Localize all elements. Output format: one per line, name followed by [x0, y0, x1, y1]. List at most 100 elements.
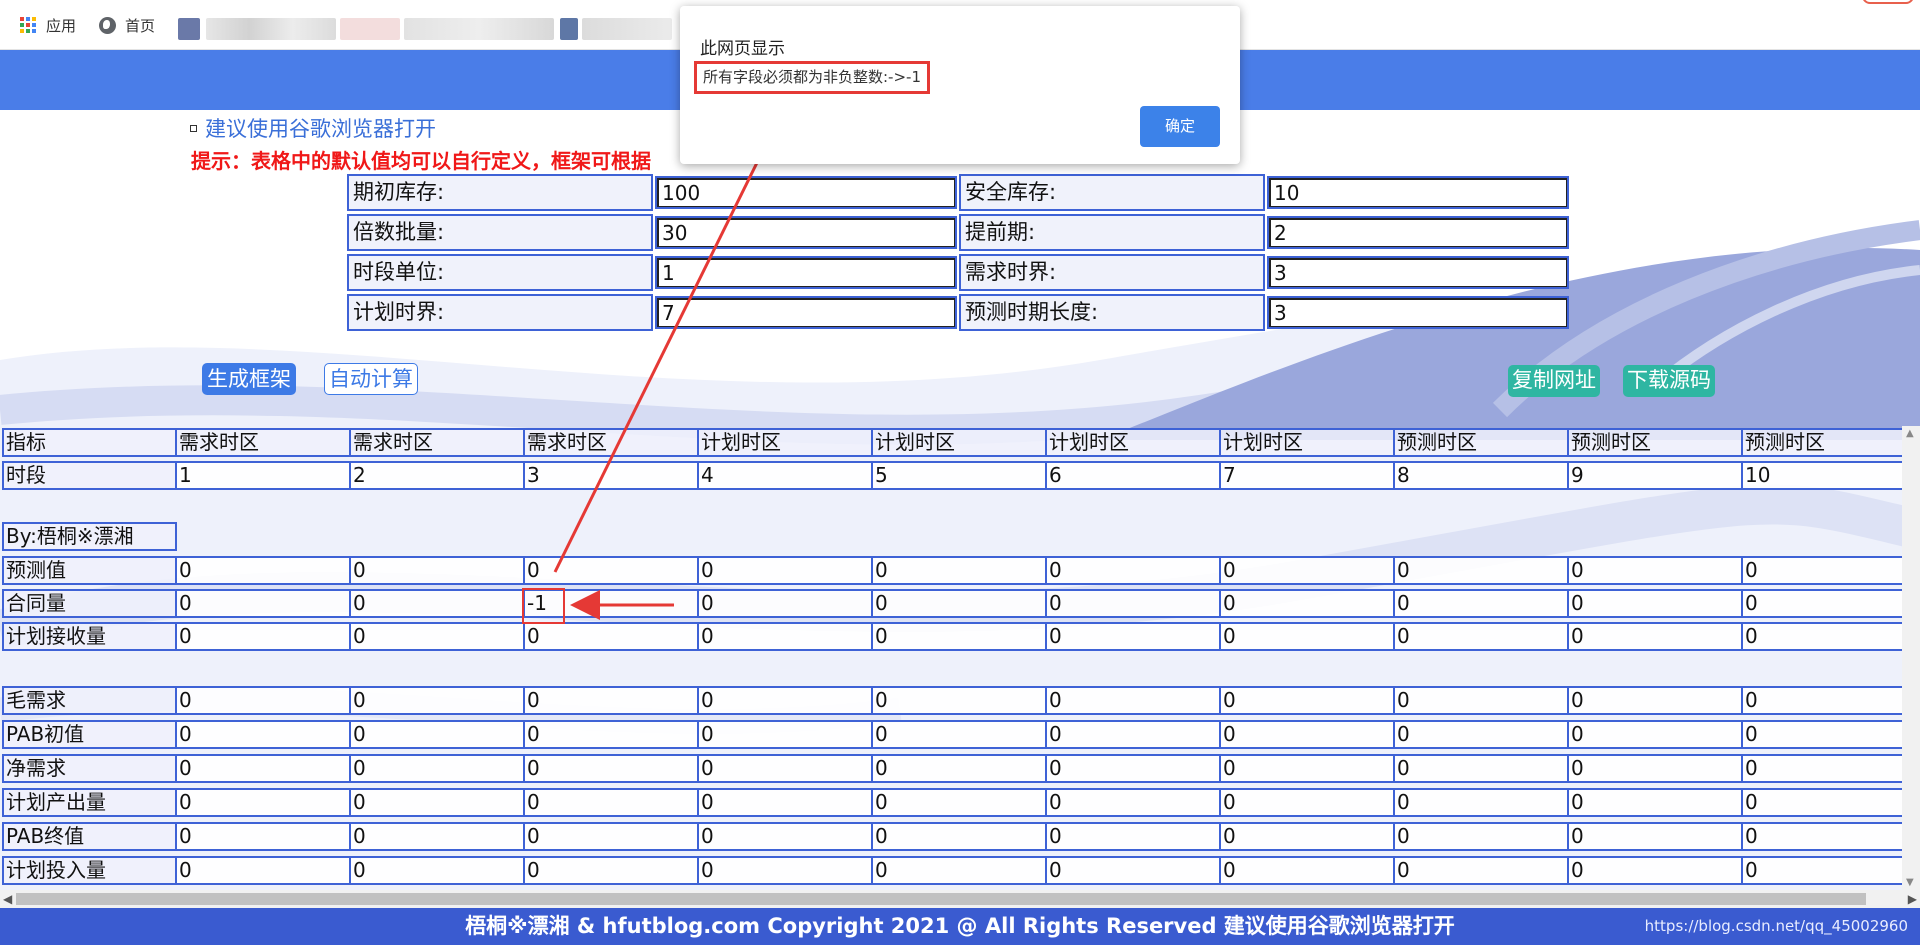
apps-grid-icon: [20, 17, 36, 33]
config-input[interactable]: [1269, 298, 1567, 327]
grid-output-cell: 0: [1045, 754, 1221, 783]
scroll-right-icon[interactable]: ▶: [1908, 892, 1917, 906]
blurred-bookmark[interactable]: [206, 18, 336, 40]
profile-button[interactable]: [1862, 0, 1914, 4]
grid-input-cell[interactable]: 0: [1045, 622, 1221, 651]
grid-input-cell[interactable]: 0: [871, 622, 1047, 651]
blurred-bookmark[interactable]: [404, 18, 554, 40]
grid-input-cell[interactable]: 0: [697, 622, 873, 651]
footer: 梧桐※漂湘 & hfutblog.com Copyright 2021 @ Al…: [0, 908, 1920, 945]
grid-input-cell[interactable]: 0: [1045, 589, 1221, 618]
grid-input-cell[interactable]: 0: [871, 589, 1047, 618]
grid-input-cell[interactable]: 0: [1741, 589, 1916, 618]
grid-output-cell: 0: [349, 856, 525, 885]
grid-input-cell[interactable]: 0: [1567, 622, 1743, 651]
grid-output-cell: 0: [871, 788, 1047, 817]
grid-row-label: 毛需求: [2, 686, 177, 715]
grid-period-cell: 2: [349, 461, 525, 490]
grid-period-label: 时段: [2, 461, 177, 490]
dialog-title: 此网页显示: [700, 39, 785, 59]
config-input[interactable]: [1269, 178, 1567, 207]
alert-dialog: 此网页显示 所有字段必须都为非负整数:->-1 确定: [680, 6, 1240, 164]
horizontal-scrollbar[interactable]: ◀ ▶: [0, 890, 1920, 908]
config-input[interactable]: [1269, 218, 1567, 247]
grid-input-cell[interactable]: 0: [349, 556, 525, 585]
dialog-ok-button[interactable]: 确定: [1140, 106, 1220, 147]
bookmark-home[interactable]: 首页: [99, 14, 155, 36]
grid-output-cell: 0: [697, 788, 873, 817]
grid-header-label: 指标: [2, 428, 177, 457]
grid-output-cell: 0: [697, 822, 873, 851]
tip-text: 提示：表格中的默认值均可以自行定义，框架可根据: [191, 149, 651, 173]
vertical-scrollbar[interactable]: ▲ ▼: [1902, 426, 1920, 890]
scrollbar-thumb[interactable]: [16, 893, 1866, 905]
grid-input-cell[interactable]: 0: [523, 556, 699, 585]
grid-output-cell: 0: [1741, 822, 1916, 851]
grid-output-cell: 0: [1219, 754, 1395, 783]
config-label: 时段单位:: [347, 254, 653, 291]
grid-input-cell[interactable]: 0: [175, 622, 351, 651]
grid-period-cell: 5: [871, 461, 1047, 490]
grid-input-cell[interactable]: 0: [1219, 556, 1395, 585]
config-input-wrap: [655, 216, 957, 249]
config-label: 需求时界:: [959, 254, 1265, 291]
config-input[interactable]: [657, 258, 955, 287]
grid-input-cell[interactable]: 0: [523, 622, 699, 651]
grid-input-cell[interactable]: 0: [697, 589, 873, 618]
grid-input-cell[interactable]: 0: [1567, 589, 1743, 618]
grid-input-cell[interactable]: 0: [1567, 556, 1743, 585]
grid-input-cell[interactable]: 0: [175, 589, 351, 618]
blurred-bookmark[interactable]: [340, 18, 400, 40]
grid-period-cell: 6: [1045, 461, 1221, 490]
grid-input-cell[interactable]: 0: [1393, 589, 1569, 618]
grid-output-cell: 0: [697, 720, 873, 749]
grid-input-cell[interactable]: 0: [1219, 589, 1395, 618]
grid-output-cell: 0: [1045, 686, 1221, 715]
grid-output-cell: 0: [1045, 788, 1221, 817]
grid-input-cell[interactable]: 0: [1219, 622, 1395, 651]
scroll-left-icon[interactable]: ◀: [3, 892, 12, 906]
auto-calculate-button[interactable]: 自动计算: [324, 363, 418, 395]
footer-text: 梧桐※漂湘 & hfutblog.com Copyright 2021 @ Al…: [465, 914, 1455, 938]
grid-output-cell: 0: [1219, 822, 1395, 851]
grid-row-label: 计划接收量: [2, 622, 177, 651]
grid-period-cell: 8: [1393, 461, 1569, 490]
generate-frame-button[interactable]: 生成框架: [202, 363, 296, 395]
grid-input-cell[interactable]: 0: [1045, 556, 1221, 585]
config-input[interactable]: [1269, 258, 1567, 287]
grid-input-cell[interactable]: 0: [1393, 556, 1569, 585]
scroll-down-icon[interactable]: ▼: [1906, 877, 1914, 888]
grid-output-cell: 0: [697, 754, 873, 783]
grid-period-cell: 10: [1741, 461, 1916, 490]
grid-input-cell[interactable]: 0: [1741, 556, 1916, 585]
blurred-bookmark[interactable]: [178, 18, 200, 40]
grid-input-cell[interactable]: 0: [349, 622, 525, 651]
grid-input-cell[interactable]: 0: [1393, 622, 1569, 651]
grid-row-label: 计划投入量: [2, 856, 177, 885]
grid-header-cell: 需求时区: [175, 428, 351, 457]
grid-input-cell[interactable]: 0: [871, 556, 1047, 585]
config-label: 提前期:: [959, 214, 1265, 251]
bookmark-apps[interactable]: 应用: [20, 14, 76, 36]
bookmark-home-label: 首页: [125, 16, 156, 35]
grid-input-cell[interactable]: 0: [175, 556, 351, 585]
grid-input-cell[interactable]: 0: [349, 589, 525, 618]
config-input[interactable]: [657, 178, 955, 207]
config-label: 预测时期长度:: [959, 294, 1265, 331]
copy-url-button[interactable]: 复制网址: [1508, 365, 1600, 397]
browser-hint-link[interactable]: 建议使用谷歌浏览器打开: [190, 113, 436, 143]
grid-input-cell[interactable]: 0: [1741, 622, 1916, 651]
blurred-bookmark[interactable]: [560, 18, 578, 40]
scroll-up-icon[interactable]: ▲: [1906, 428, 1914, 439]
grid-output-cell: 0: [1393, 720, 1569, 749]
blurred-bookmark[interactable]: [582, 18, 672, 40]
grid-output-cell: 0: [697, 686, 873, 715]
config-input[interactable]: [657, 298, 955, 327]
grid-header-cell: 计划时区: [1045, 428, 1221, 457]
grid-input-cell[interactable]: 0: [697, 556, 873, 585]
config-input[interactable]: [657, 218, 955, 247]
grid-output-cell: 0: [1219, 856, 1395, 885]
grid-output-cell: 0: [175, 788, 351, 817]
download-source-button[interactable]: 下载源码: [1623, 365, 1715, 397]
config-input-wrap: [655, 176, 957, 209]
